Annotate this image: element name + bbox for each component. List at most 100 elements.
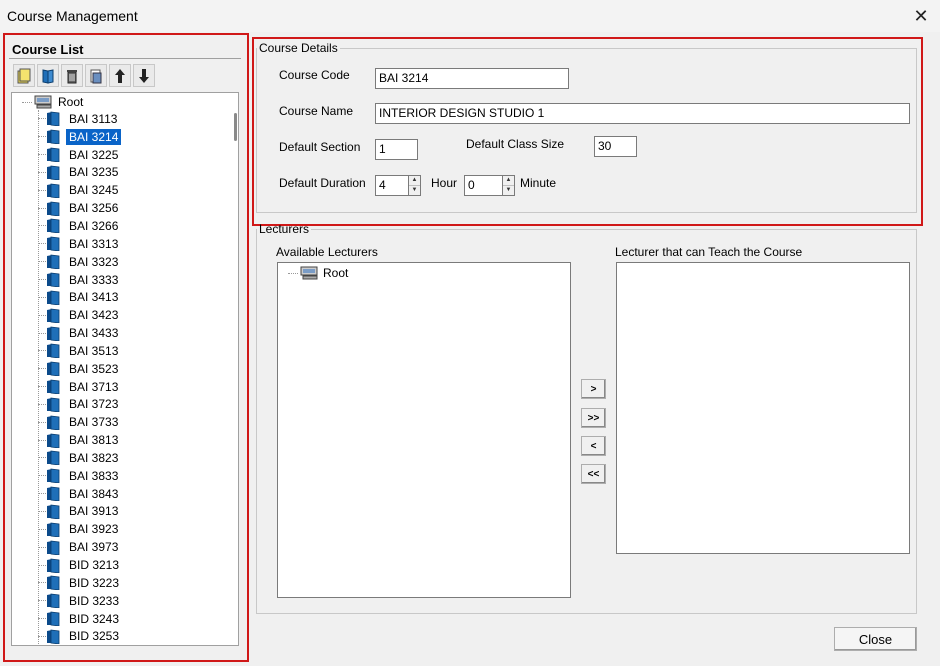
edit-course-button[interactable] bbox=[37, 64, 59, 87]
tree-item[interactable]: BID 3213 bbox=[38, 556, 122, 574]
course-code-field[interactable]: BAI 3214 bbox=[375, 68, 569, 89]
close-button[interactable]: Close bbox=[834, 627, 917, 651]
tree-item[interactable]: BAI 3256 bbox=[38, 199, 122, 217]
course-tree[interactable]: Root BAI 3113 BAI 3214 BAI 3225 BAI 3235 BAI… bbox=[11, 92, 239, 646]
minute-label: Minute bbox=[520, 176, 557, 190]
course-code-label: Course Code bbox=[279, 68, 350, 82]
tree-item-label: BID 3223 bbox=[69, 575, 120, 590]
tree-item[interactable]: BAI 3723 bbox=[38, 396, 122, 414]
tree-item[interactable]: BAI 3313 bbox=[38, 235, 122, 253]
tree-item-label: BAI 3235 bbox=[69, 165, 119, 180]
tree-item[interactable]: BAI 3266 bbox=[38, 217, 122, 235]
book-icon bbox=[47, 451, 60, 466]
tree-item[interactable]: BAI 3923 bbox=[38, 520, 122, 538]
tree-item[interactable]: BAI 3423 bbox=[38, 306, 122, 324]
tree-item[interactable]: BAI 3225 bbox=[38, 146, 122, 164]
move-up-button[interactable] bbox=[109, 64, 131, 87]
scrollbar-thumb[interactable] bbox=[234, 113, 237, 141]
tree-item[interactable]: BID 3243 bbox=[38, 610, 122, 628]
tree-item[interactable]: BAI 3433 bbox=[38, 324, 122, 342]
print-button[interactable] bbox=[85, 64, 107, 87]
tree-item[interactable]: BAI 3973 bbox=[38, 538, 122, 556]
add-lecturer-button[interactable]: > bbox=[581, 379, 606, 399]
tree-item-label: BAI 3833 bbox=[69, 468, 119, 483]
book-icon bbox=[47, 290, 60, 305]
hour-up-icon[interactable]: ▲ bbox=[409, 176, 420, 186]
course-name-field[interactable]: INTERIOR DESIGN STUDIO 1 bbox=[375, 103, 910, 124]
book-icon bbox=[47, 522, 60, 537]
move-down-button[interactable] bbox=[133, 64, 155, 87]
course-name-label: Course Name bbox=[279, 104, 354, 118]
book-icon bbox=[47, 183, 60, 198]
tree-item[interactable]: BAI 3733 bbox=[38, 413, 122, 431]
duration-hour-stepper[interactable]: ▲ ▼ bbox=[409, 175, 421, 196]
book-icon bbox=[47, 558, 60, 573]
book-icon bbox=[47, 629, 60, 644]
book-icon bbox=[47, 379, 60, 395]
book-icon bbox=[47, 397, 60, 412]
tree-item-label: BAI 3423 bbox=[69, 308, 119, 323]
book-icon bbox=[47, 326, 60, 341]
tree-item[interactable]: BAI 3245 bbox=[38, 181, 122, 199]
tree-root-label: Root bbox=[58, 95, 84, 109]
tree-item[interactable]: BAI 3323 bbox=[38, 253, 122, 271]
book-icon bbox=[47, 611, 60, 627]
hour-down-icon[interactable]: ▼ bbox=[409, 186, 420, 196]
tree-item[interactable]: BAI 3413 bbox=[38, 288, 122, 306]
tree-item[interactable]: BAI 3833 bbox=[38, 467, 122, 485]
tree-item-label: BAI 3256 bbox=[69, 201, 119, 216]
book-icon bbox=[47, 129, 60, 145]
duration-minute-stepper[interactable]: ▲ ▼ bbox=[503, 175, 515, 196]
assigned-lecturers-list[interactable] bbox=[616, 262, 910, 554]
book-icon bbox=[47, 201, 60, 216]
tree-item-label: BAI 3266 bbox=[69, 218, 119, 233]
tree-item-label: BAI 3713 bbox=[69, 379, 119, 394]
tree-item[interactable]: BAI 3813 bbox=[38, 431, 122, 449]
book-icon bbox=[47, 111, 60, 127]
tree-item[interactable]: BAI 3214 bbox=[38, 128, 122, 146]
tree-item[interactable]: BAI 3523 bbox=[38, 360, 122, 378]
tree-item-label: BID 3233 bbox=[69, 593, 120, 608]
tree-item[interactable]: BID 3233 bbox=[38, 592, 122, 610]
tree-item[interactable]: BAI 3235 bbox=[38, 164, 122, 182]
tree-item-label: BID 3243 bbox=[69, 611, 120, 626]
tree-scrollbar[interactable] bbox=[231, 93, 238, 645]
tree-item[interactable]: BAI 3823 bbox=[38, 449, 122, 467]
tree-item[interactable]: BAI 3113 bbox=[38, 110, 122, 128]
tree-item[interactable]: BID 3223 bbox=[38, 574, 122, 592]
tree-item[interactable]: BAI 3913 bbox=[38, 503, 122, 521]
tree-item[interactable]: BAI 3333 bbox=[38, 271, 122, 289]
book-icon bbox=[47, 504, 60, 519]
tree-item-label: BID 3253 bbox=[69, 629, 120, 644]
print-icon bbox=[90, 69, 102, 83]
window-close-icon[interactable]: ✕ bbox=[906, 2, 936, 30]
add-all-lecturers-button[interactable]: >> bbox=[581, 408, 606, 428]
tree-item-label: BAI 3813 bbox=[69, 433, 119, 448]
tree-item[interactable]: BAI 3713 bbox=[38, 378, 122, 396]
tree-root[interactable]: Root bbox=[22, 93, 83, 111]
book-icon bbox=[47, 147, 60, 163]
tree-item-label: BAI 3973 bbox=[69, 540, 119, 555]
book-icon bbox=[47, 272, 60, 288]
delete-course-button[interactable] bbox=[61, 64, 83, 87]
book-icon bbox=[47, 468, 60, 484]
available-root[interactable]: Root bbox=[288, 265, 348, 281]
remove-lecturer-button[interactable]: < bbox=[581, 436, 606, 456]
duration-minute-field[interactable]: 0 bbox=[464, 175, 503, 196]
remove-all-lecturers-button[interactable]: << bbox=[581, 464, 606, 484]
tree-item[interactable]: BID 3253 bbox=[38, 627, 122, 645]
tree-item-label: BAI 3843 bbox=[69, 486, 119, 501]
default-section-field[interactable]: 1 bbox=[375, 139, 418, 160]
new-course-button[interactable] bbox=[13, 64, 35, 87]
minute-up-icon[interactable]: ▲ bbox=[503, 176, 514, 186]
new-course-icon bbox=[17, 68, 31, 83]
duration-hour-field[interactable]: 4 bbox=[375, 175, 409, 196]
default-class-size-field[interactable]: 30 bbox=[594, 136, 637, 157]
course-details-legend: Course Details bbox=[259, 41, 338, 55]
minute-down-icon[interactable]: ▼ bbox=[503, 186, 514, 196]
tree-item[interactable]: BAI 3513 bbox=[38, 342, 122, 360]
book-icon bbox=[47, 308, 60, 323]
book-icon bbox=[47, 236, 60, 252]
tree-item[interactable]: BAI 3843 bbox=[38, 485, 122, 503]
available-lecturers-tree[interactable]: Root bbox=[277, 262, 571, 598]
